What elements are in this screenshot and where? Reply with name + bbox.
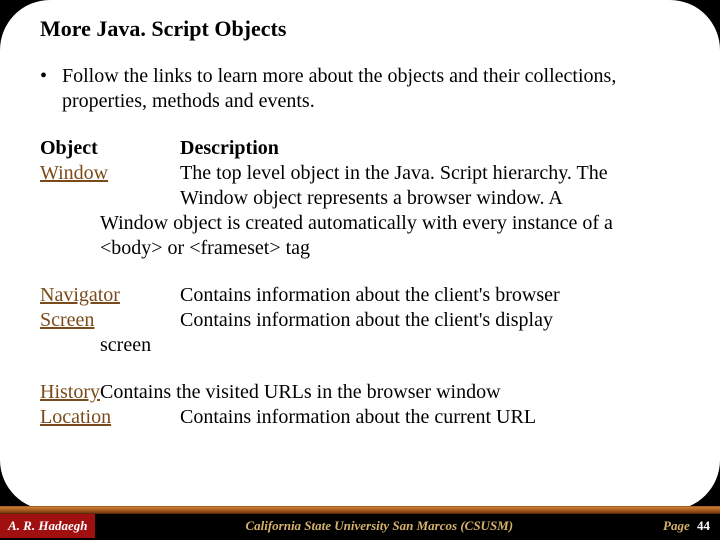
footer: A. R. Hadaegh California State Universit… [0,514,720,538]
spacer [40,358,680,380]
object-cell: Navigator [40,283,180,308]
object-cell: Window [40,161,180,211]
description-continuation: Window object is created automatically w… [100,211,680,261]
table-row: Screen Contains information about the cl… [40,308,680,333]
object-cell: Location [40,405,180,430]
slide-content: More Java. Script Objects • Follow the l… [40,16,680,430]
description-cell: The top level object in the Java. Script… [180,161,680,211]
bullet-text: Follow the links to learn more about the… [62,64,680,114]
navigator-link[interactable]: Navigator [40,284,120,306]
bullet-item: • Follow the links to learn more about t… [40,64,680,114]
bullet-marker: • [40,64,62,114]
spacer [40,261,680,283]
window-link[interactable]: Window [40,162,108,184]
slide: More Java. Script Objects • Follow the l… [0,0,720,540]
description-continuation: screen [100,333,680,358]
header-object: Object [40,136,180,161]
table-header-row: Object Description [40,136,680,161]
screen-link[interactable]: Screen [40,309,94,331]
table-row: Navigator Contains information about the… [40,283,680,308]
table-row: History Contains the visited URLs in the… [40,380,680,405]
header-description: Description [180,136,680,161]
description-cell: Contains information about the client's … [180,283,680,308]
object-definitions: Object Description Window The top level … [40,136,680,430]
page-number: 44 [697,518,710,533]
table-row: Location Contains information about the … [40,405,680,430]
footer-pager: Page 44 [663,518,710,534]
history-link[interactable]: History [40,381,100,403]
footer-author: A. R. Hadaegh [0,514,95,538]
slide-title: More Java. Script Objects [40,16,680,42]
location-link[interactable]: Location [40,406,111,428]
footer-affiliation: California State University San Marcos (… [245,518,513,534]
footer-divider [0,506,720,514]
description-cell: Contains information about the current U… [180,405,680,430]
table-row: Window The top level object in the Java.… [40,161,680,211]
object-cell: Screen [40,308,180,333]
page-label: Page [663,518,690,533]
description-cell: Contains information about the client's … [180,308,680,333]
description-cell: Contains the visited URLs in the browser… [100,380,680,405]
object-cell: History [40,380,100,405]
